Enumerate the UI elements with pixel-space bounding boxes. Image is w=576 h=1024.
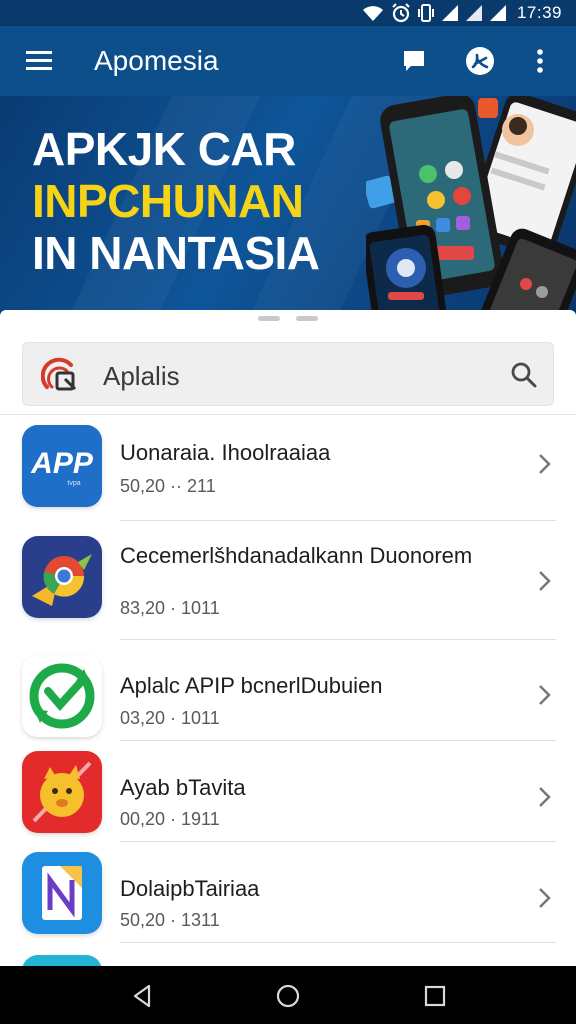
app-name: Ayab bTavita bbox=[120, 775, 246, 800]
app-name: Cecemerlšhdanadalkann Duonorem bbox=[120, 543, 473, 568]
list-divider bbox=[120, 841, 556, 842]
recents-icon[interactable] bbox=[422, 983, 448, 1009]
chevron-right-icon[interactable] bbox=[534, 452, 554, 476]
status-icons: 17:39 bbox=[361, 3, 562, 23]
list-item[interactable]: APP tvpa Uonaraia. Ihoolraaiaa 50,20 ·· … bbox=[0, 425, 576, 525]
app-bar: Apomesia bbox=[0, 26, 576, 96]
vibrate-icon bbox=[417, 4, 434, 22]
app-meta: 00,20 · 1911 bbox=[120, 809, 220, 829]
chevron-right-icon[interactable] bbox=[534, 785, 554, 809]
green-sync-icon bbox=[22, 655, 102, 737]
promo-banner[interactable]: APKJK CAR INPCHUNAN IN NANTASIA bbox=[0, 96, 576, 312]
app-logo-text: APP bbox=[30, 447, 94, 480]
app-logo-icon: APP tvpa bbox=[22, 425, 102, 507]
signal-icon bbox=[465, 5, 482, 21]
list-item[interactable]: DolaipbTairiaa 50,20 · 1311 bbox=[0, 852, 576, 952]
app-name: Aplalc APIP bcnerlDubuien bbox=[120, 673, 383, 698]
chevron-right-icon[interactable] bbox=[534, 683, 554, 707]
chevron-right-icon[interactable] bbox=[534, 886, 554, 910]
yellow-face-icon bbox=[22, 751, 102, 833]
banner-headline-1: APKJK CAR bbox=[32, 123, 296, 175]
hamburger-menu-icon bbox=[26, 51, 52, 70]
app-meta: 50,20 ·· 211 bbox=[120, 476, 216, 496]
clock-time: 17:39 bbox=[516, 3, 562, 22]
app-title: Apomesia bbox=[94, 45, 219, 76]
search-icon[interactable] bbox=[509, 360, 539, 390]
more-options-button[interactable] bbox=[522, 43, 558, 79]
search-input[interactable]: Aplalis bbox=[103, 361, 180, 392]
apps-sheet: Aplalis APP tvpa Uonaraia. Ihoolraaiaa 5… bbox=[0, 310, 576, 966]
list-item[interactable]: Cecemerlšhdanadalkann Duonorem 83,20 · 1… bbox=[0, 536, 576, 636]
banner-headline-3: IN NANTASIA bbox=[32, 227, 320, 279]
chevron-right-icon[interactable] bbox=[534, 569, 554, 593]
alarm-icon bbox=[392, 3, 410, 23]
app-name: DolaipbTairiaa bbox=[120, 876, 260, 901]
cast-icon bbox=[466, 47, 494, 75]
battery-icon bbox=[489, 5, 506, 21]
sheet-drag-handle[interactable] bbox=[258, 316, 280, 321]
list-divider bbox=[120, 520, 556, 521]
chrome-bird-icon bbox=[22, 536, 102, 618]
chat-button[interactable] bbox=[396, 43, 432, 79]
list-item[interactable]: Ayab bTavita 00,20 · 1911 bbox=[0, 751, 576, 851]
back-icon[interactable] bbox=[130, 983, 156, 1009]
chat-icon bbox=[404, 51, 424, 71]
app-logo-subtext: tvpa bbox=[67, 480, 80, 487]
navigation-bar bbox=[0, 966, 576, 1024]
list-divider bbox=[120, 639, 556, 640]
signal-icon bbox=[441, 5, 458, 21]
home-icon[interactable] bbox=[275, 983, 301, 1009]
sheet-divider bbox=[0, 414, 576, 415]
phones-illustration bbox=[366, 96, 576, 312]
app-meta: 83,20 · 1011 bbox=[120, 598, 220, 618]
search-bar[interactable]: Aplalis bbox=[22, 342, 554, 406]
status-bar: 17:39 bbox=[0, 0, 576, 26]
list-divider bbox=[120, 740, 556, 741]
brand-logo-icon bbox=[41, 357, 77, 391]
more-vert-icon bbox=[537, 49, 543, 73]
banner-headline-2: INPCHUNAN bbox=[32, 175, 304, 227]
list-divider bbox=[120, 942, 556, 943]
cast-button[interactable] bbox=[462, 43, 498, 79]
app-meta: 50,20 · 1311 bbox=[120, 910, 220, 930]
wifi-icon bbox=[362, 6, 383, 21]
app-name: Uonaraia. Ihoolraaiaa bbox=[120, 440, 331, 465]
document-n-icon bbox=[22, 852, 102, 934]
menu-button[interactable] bbox=[22, 46, 58, 76]
sheet-drag-handle[interactable] bbox=[296, 316, 318, 321]
app-meta: 03,20 · 1011 bbox=[120, 708, 220, 728]
partial-app-icon bbox=[22, 955, 102, 966]
